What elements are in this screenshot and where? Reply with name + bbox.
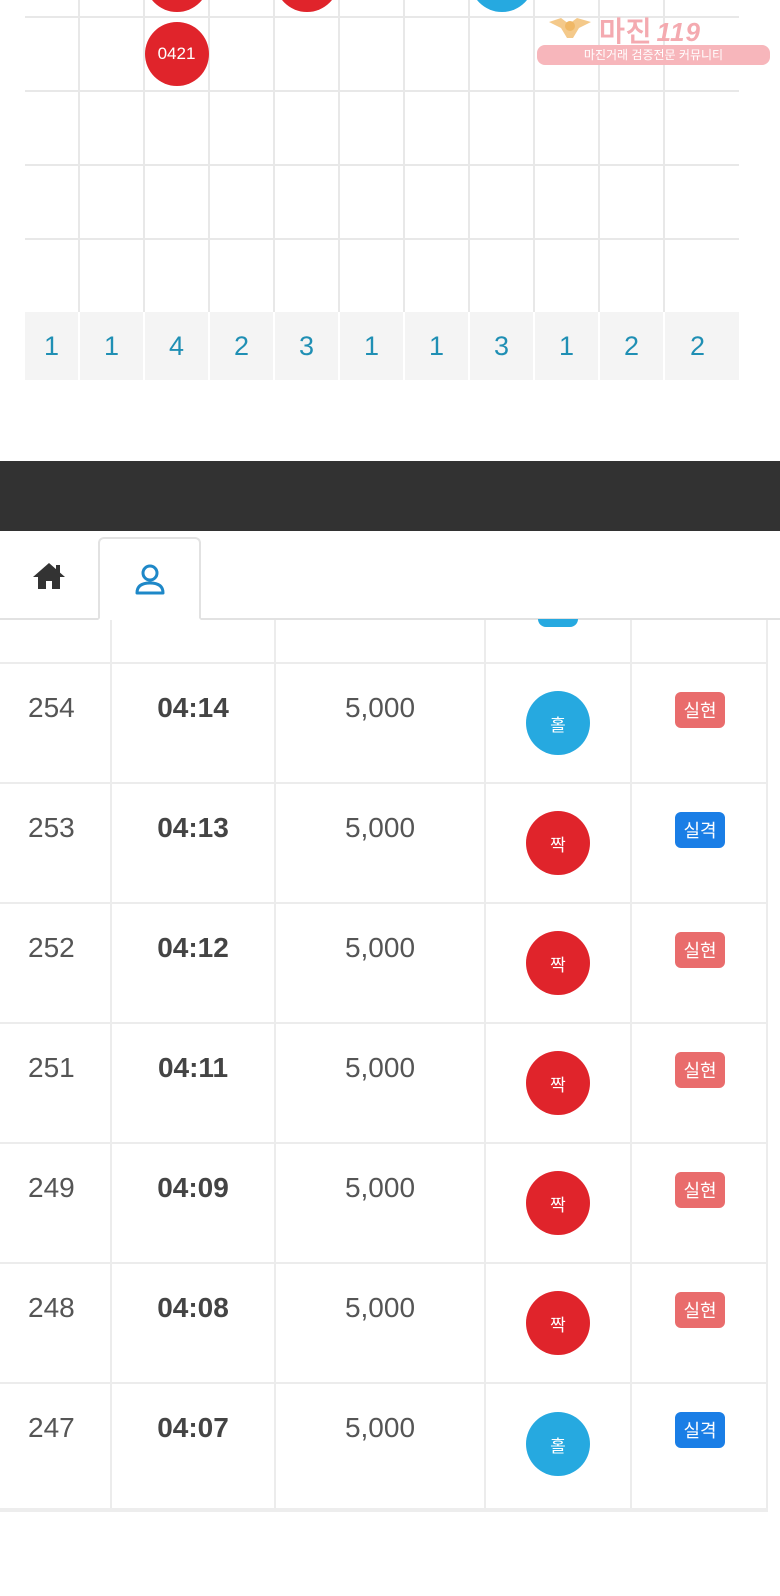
bet-history-table: 254 04:14 5,000 홀 실현 253 04:13 5,000 짝 실… [0, 619, 768, 1504]
grid-row [25, 92, 739, 166]
bet-amount: 5,000 [344, 1172, 416, 1203]
round-number: 251 [28, 1052, 75, 1083]
round-time: 04:11 [157, 1052, 229, 1083]
result-ball: 0421 [144, 22, 209, 86]
result-badge: 실격 [675, 1412, 725, 1448]
eagle-emblem-icon [549, 18, 591, 38]
round-number: 248 [28, 1292, 75, 1323]
grid-row [25, 166, 739, 240]
round-time: 04:07 [157, 1412, 229, 1443]
bet-amount: 5,000 [344, 692, 416, 723]
tab-home[interactable] [0, 531, 98, 620]
round-time: 04:13 [157, 812, 229, 843]
round-time: 04:14 [157, 692, 229, 723]
watermark-logo: 마진 119 마진거래 검증전문 커뮤니티 [537, 8, 770, 66]
column-count: 1 [25, 312, 80, 380]
pick-ball: 짝 [526, 1051, 590, 1115]
pick-ball: 짝 [526, 931, 590, 995]
bet-amount: 5,000 [344, 932, 416, 963]
column-count: 1 [80, 312, 145, 380]
round-time: 04:12 [157, 932, 229, 963]
column-count: 3 [470, 312, 535, 380]
column-count: 2 [210, 312, 275, 380]
table-row: 253 04:13 5,000 짝 실격 [0, 784, 768, 904]
result-ball [469, 0, 534, 12]
round-number: 254 [28, 692, 75, 723]
table-row: 247 04:07 5,000 홀 실격 [0, 1384, 768, 1504]
pick-ball: 홀 [526, 691, 590, 755]
column-count: 4 [145, 312, 210, 380]
round-time: 04:08 [157, 1292, 229, 1323]
column-count: 1 [340, 312, 405, 380]
result-badge: 실격 [675, 812, 725, 848]
round-number: 252 [28, 932, 75, 963]
pick-ball: 홀 [526, 1412, 590, 1476]
bet-amount: 5,000 [344, 1412, 416, 1443]
table-row: 254 04:14 5,000 홀 실현 [0, 664, 768, 784]
column-count: 1 [535, 312, 600, 380]
watermark-title: 마진 119 [599, 16, 701, 47]
table-row: 251 04:11 5,000 짝 실현 [0, 1024, 768, 1144]
pick-ball: 짝 [526, 1171, 590, 1235]
round-number: 249 [28, 1172, 75, 1203]
home-icon [33, 562, 65, 589]
round-number: 253 [28, 812, 75, 843]
table-row: 252 04:12 5,000 짝 실현 [0, 904, 768, 1024]
table-row [0, 619, 768, 664]
result-ball [144, 0, 209, 12]
watermark-subtitle: 마진거래 검증전문 커뮤니티 [537, 45, 770, 65]
result-ball [274, 0, 339, 12]
pick-ball: 짝 [526, 811, 590, 875]
table-row: 249 04:09 5,000 짝 실현 [0, 1144, 768, 1264]
table-row: 248 04:08 5,000 짝 실현 [0, 1264, 768, 1384]
round-number: 247 [28, 1412, 75, 1443]
column-count: 1 [405, 312, 470, 380]
tab-bar [0, 531, 780, 620]
bet-amount: 5,000 [344, 812, 416, 843]
result-badge: 실현 [675, 692, 725, 728]
tab-user[interactable] [98, 537, 201, 620]
result-badge: 실현 [675, 932, 725, 968]
result-badge: 실현 [675, 1292, 725, 1328]
result-badge: 실현 [675, 1172, 725, 1208]
pick-ball: 짝 [526, 1291, 590, 1355]
user-icon [135, 564, 164, 594]
bet-amount: 5,000 [344, 1052, 416, 1083]
column-count: 2 [600, 312, 665, 380]
pick-ball [538, 619, 578, 627]
round-time: 04:09 [157, 1172, 229, 1203]
grid-row [25, 240, 739, 312]
column-count-row: 1 1 4 2 3 1 1 3 1 2 2 [25, 312, 739, 380]
table-bottom-edge [0, 1508, 768, 1512]
column-count: 2 [689, 330, 706, 361]
bet-amount: 5,000 [344, 1292, 416, 1323]
column-count: 3 [275, 312, 340, 380]
result-badge: 실현 [675, 1052, 725, 1088]
section-divider-bar [0, 461, 780, 531]
